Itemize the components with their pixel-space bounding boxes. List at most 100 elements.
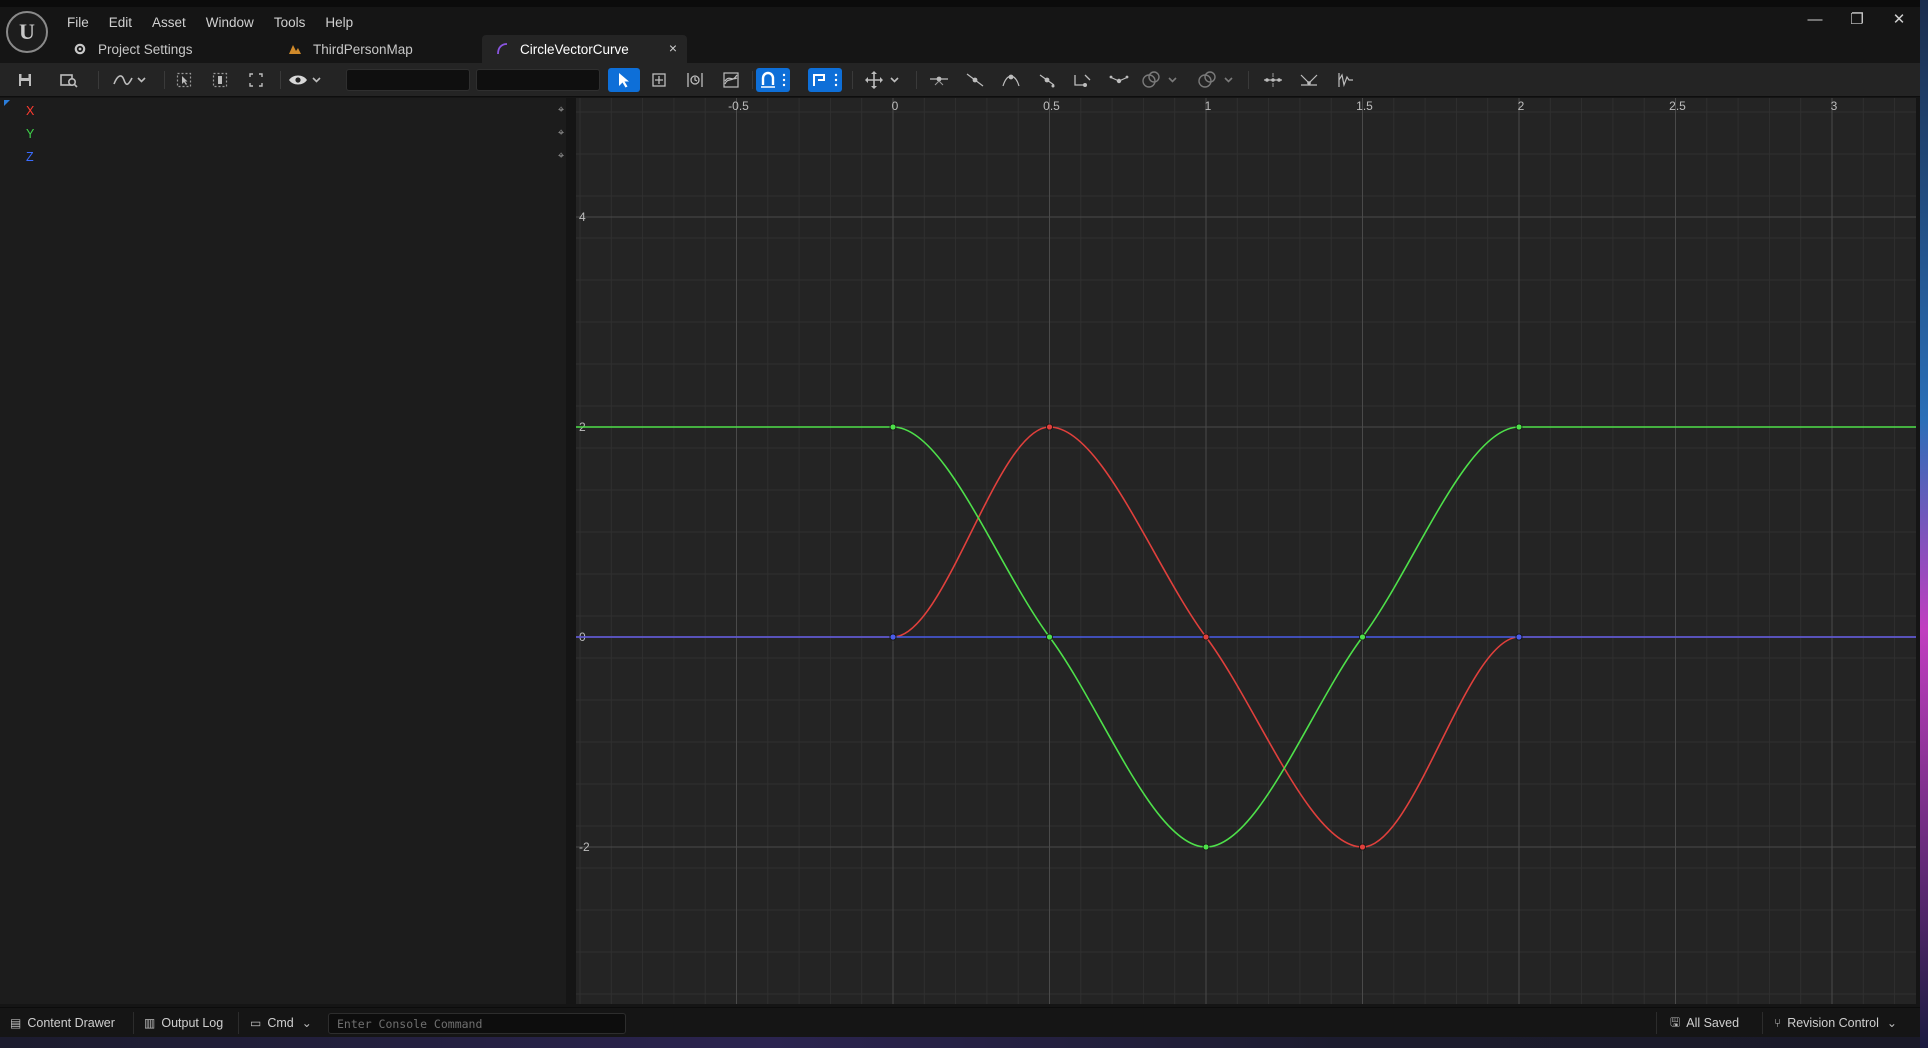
menu-help[interactable]: Help [320,12,368,34]
title-bar: U File Edit Asset Window Tools Help Proj… [0,7,1920,63]
key-point-x[interactable] [1202,633,1210,641]
tab-third-person-map[interactable]: ThirdPersonMap [275,35,482,63]
x-tick-label: 0 [892,99,899,113]
close-window-button[interactable]: ✕ [1878,7,1920,31]
status-divider [1762,1012,1763,1034]
key-point-y[interactable] [1046,633,1053,641]
visibility-icon[interactable] [286,68,326,92]
channel-y-label: Y [26,127,35,141]
key-value-field[interactable] [476,69,600,91]
curve-tree-panel: X ⌖ Y ⌖ Z ⌖ [0,98,566,1004]
filter-icon[interactable] [1332,68,1358,92]
curve-graph-svg: -0.5 0 0.5 1 1.5 2 2.5 3420-2 [576,98,1916,1004]
close-icon[interactable]: × [669,40,677,56]
snap-value-icon[interactable] [808,68,842,92]
toolbar-separator [752,71,753,89]
all-saved-button[interactable]: 🖫 All Saved [1670,1012,1739,1034]
key-reduce-icon[interactable] [1260,68,1286,92]
frame-icon[interactable] [208,68,232,92]
pin-icon[interactable]: ⌖ [558,150,564,163]
key-point-y[interactable] [1359,633,1366,641]
key-point-z[interactable] [1515,633,1523,641]
retime-icon[interactable] [682,68,708,92]
x-tick-label: 0.5 [1043,99,1060,113]
save-status-icon: 🖫 [1670,1014,1681,1029]
branch-icon: ⑂ [1774,1016,1782,1030]
revision-control-label: Revision Control [1787,1016,1879,1030]
content-drawer-button[interactable]: ▤ Content Drawer [10,1012,115,1034]
key-point-x[interactable] [1359,843,1366,851]
tab-label: ThirdPersonMap [313,41,413,57]
menu-edit[interactable]: Edit [104,12,147,34]
move-gizmo-icon[interactable] [864,68,904,92]
pin-icon[interactable]: ⌖ [558,127,564,140]
toolbar-separator [916,71,917,89]
restore-button[interactable]: ❐ [1836,7,1878,31]
menu-tools[interactable]: Tools [269,12,321,34]
key-point-x[interactable] [1046,423,1053,431]
key-point-y[interactable] [889,423,897,431]
status-bar: ▤ Content Drawer ▥ Output Log ▭ Cmd ⌄ 🖫 … [0,1007,1920,1037]
save-icon[interactable] [12,68,38,92]
menu-window[interactable]: Window [201,12,269,34]
document-tabs: Project Settings ThirdPersonMap CircleVe… [60,35,687,63]
cmd-dropdown[interactable]: ▭ Cmd ⌄ [250,1012,318,1034]
toolbar-separator [164,71,165,89]
all-saved-label: All Saved [1686,1016,1740,1030]
fit-icon[interactable] [244,68,268,92]
tab-label: Project Settings [98,41,193,57]
smooth-icon[interactable] [1296,68,1322,92]
tab-label: CircleVectorCurve [520,41,629,57]
menu-asset[interactable]: Asset [147,12,201,34]
post-infinity-icon[interactable] [1196,68,1238,92]
curve-graph-view[interactable]: -0.5 0 0.5 1 1.5 2 2.5 3 4 2 0 -2 [576,98,1916,1004]
select-keys-icon[interactable] [172,68,196,92]
weighted-tangent-icon[interactable] [1106,68,1132,92]
break-tangent-icon[interactable] [1070,68,1096,92]
multi-scale-icon[interactable] [718,68,744,92]
pointer-icon[interactable] [608,68,640,92]
snap-magnet-icon[interactable] [756,68,790,92]
tree-item-x[interactable]: X ⌖ [0,102,566,122]
curve-type-icon[interactable] [110,68,150,92]
x-tick-label: 1 [1205,99,1212,113]
flatten-tangents-icon[interactable] [926,68,952,92]
status-divider [133,1012,134,1034]
status-divider [1656,1012,1657,1034]
window-controls: — ❐ ✕ [1794,7,1920,31]
gear-icon [72,41,88,57]
revision-control-button[interactable]: ⑂ Revision Control ⌄ [1774,1012,1903,1034]
minimize-button[interactable]: — [1794,7,1836,31]
straighten-tangents-icon[interactable] [962,68,988,92]
user-tangent-icon[interactable] [1034,68,1060,92]
menu-bar: File Edit Asset Window Tools Help [62,12,368,34]
pin-icon[interactable]: ⌖ [558,104,564,117]
key-point-y[interactable] [1515,423,1523,431]
toolbar-separator [280,71,281,89]
pre-infinity-icon[interactable] [1140,68,1182,92]
x-tick-label: 2 [1518,99,1525,113]
os-taskbar-strip [0,1037,1928,1048]
map-icon [287,41,303,57]
x-tick-label: 1.5 [1356,99,1373,113]
key-point-z[interactable] [889,633,897,641]
transform-icon[interactable] [646,68,672,92]
auto-tangent-icon[interactable] [998,68,1024,92]
browse-icon[interactable] [56,68,82,92]
chevron-down-icon: ⌄ [301,1016,312,1030]
panel-splitter[interactable] [566,98,576,1004]
key-point-y[interactable] [1202,843,1210,851]
tab-circle-vector-curve[interactable]: CircleVectorCurve × [482,35,687,63]
toolbar-separator [852,71,853,89]
unreal-logo-icon[interactable]: U [6,11,48,53]
tree-item-y[interactable]: Y ⌖ [0,125,566,145]
console-command-input[interactable] [328,1013,626,1034]
editor-window: U File Edit Asset Window Tools Help Proj… [0,7,1920,1048]
tree-item-z[interactable]: Z ⌖ [0,148,566,168]
time-value-field[interactable] [346,69,470,91]
menu-file[interactable]: File [62,12,104,34]
y-tick-label: -2 [579,840,590,854]
tab-project-settings[interactable]: Project Settings [60,35,275,63]
toolbar-separator [1248,71,1249,89]
output-log-button[interactable]: ▥ Output Log [144,1012,223,1034]
